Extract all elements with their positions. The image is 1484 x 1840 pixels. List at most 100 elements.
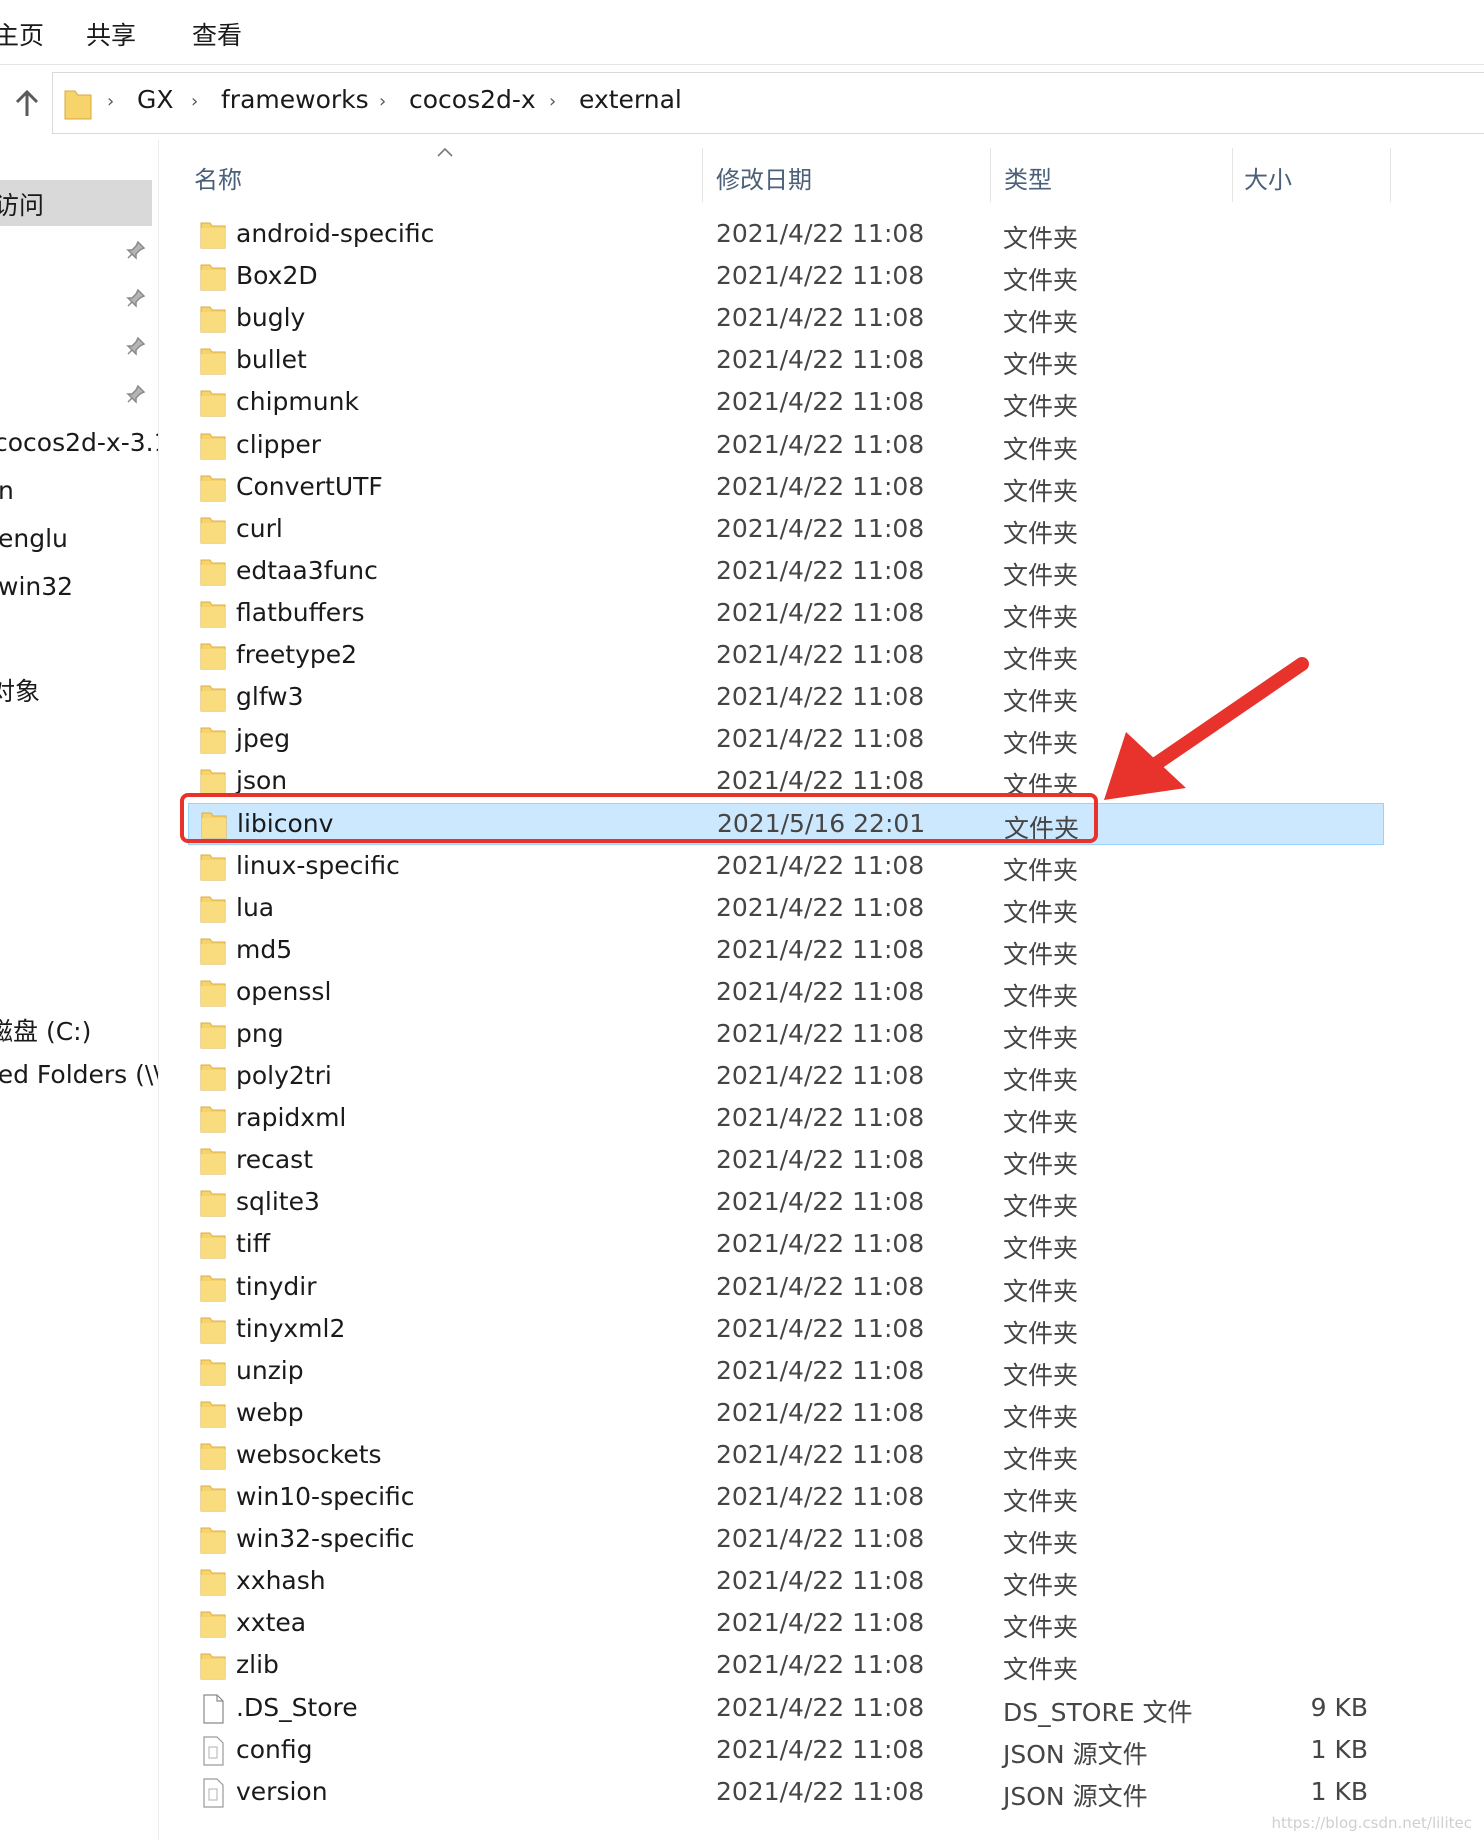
file-type: 文件夹 (1003, 1360, 1079, 1390)
file-row[interactable]: lua 2021/4/22 11:08 文件夹 (188, 888, 1384, 930)
file-row[interactable]: xxtea 2021/4/22 11:08 文件夹 (188, 1603, 1384, 1645)
pin-icon[interactable] (124, 288, 146, 310)
file-row[interactable]: config 2021/4/22 11:08 JSON 源文件 1 KB (188, 1730, 1384, 1772)
nav-item-win32[interactable]: win32 (0, 572, 73, 601)
file-row[interactable]: win10-specific 2021/4/22 11:08 文件夹 (188, 1477, 1384, 1519)
chevron-right-icon[interactable]: › (379, 91, 386, 112)
chevron-right-icon[interactable]: › (549, 91, 556, 112)
file-row[interactable]: webp 2021/4/22 11:08 文件夹 (188, 1393, 1384, 1435)
file-size: 1 KB (1310, 1776, 1368, 1806)
nav-item-objects[interactable]: 对象 (0, 672, 40, 708)
file-type: 文件夹 (1003, 560, 1079, 590)
folder-icon (200, 894, 226, 924)
file-row[interactable]: websockets 2021/4/22 11:08 文件夹 (188, 1435, 1384, 1477)
file-row[interactable]: rapidxml 2021/4/22 11:08 文件夹 (188, 1098, 1384, 1140)
file-row[interactable]: .DS_Store 2021/4/22 11:08 DS_STORE 文件 9 KB (188, 1688, 1384, 1730)
file-row[interactable]: Box2D 2021/4/22 11:08 文件夹 (188, 256, 1384, 298)
pin-icon[interactable] (124, 336, 146, 358)
file-row[interactable]: xxhash 2021/4/22 11:08 文件夹 (188, 1561, 1384, 1603)
folder-icon (200, 1188, 226, 1218)
file-date: 2021/4/22 11:08 (716, 1397, 925, 1427)
folder-icon (200, 515, 226, 545)
file-row[interactable]: bullet 2021/4/22 11:08 文件夹 (188, 340, 1384, 382)
file-row[interactable]: md5 2021/4/22 11:08 文件夹 (188, 930, 1384, 972)
file-row[interactable]: android-specific 2021/4/22 11:08 文件夹 (188, 214, 1384, 256)
file-name: unzip (236, 1355, 304, 1385)
file-row[interactable]: clipper 2021/4/22 11:08 文件夹 (188, 425, 1384, 467)
file-name: edtaa3func (236, 555, 378, 585)
file-name: poly2tri (236, 1061, 332, 1090)
tab-view[interactable]: 查看 (192, 16, 242, 52)
pin-icon[interactable] (124, 384, 146, 406)
breadcrumb-external[interactable]: external (579, 85, 682, 114)
file-row[interactable]: poly2tri 2021/4/22 11:08 文件夹 (188, 1056, 1384, 1098)
column-divider[interactable] (1232, 148, 1233, 202)
file-size: 9 KB (1310, 1692, 1368, 1722)
up-arrow-icon[interactable] (10, 86, 44, 120)
chevron-right-icon[interactable]: › (191, 91, 198, 112)
file-row[interactable]: win32-specific 2021/4/22 11:08 文件夹 (188, 1519, 1384, 1561)
nav-item-i[interactable]: i (0, 624, 1, 653)
file-name: json (236, 766, 288, 796)
file-row[interactable]: recast 2021/4/22 11:08 文件夹 (188, 1140, 1384, 1182)
file-date: 2021/4/22 11:08 (716, 1061, 925, 1090)
nav-item-local-disk-c[interactable]: 磁盘 (C:) (0, 1012, 91, 1048)
nav-item-shared-folders[interactable]: red Folders (\\ (0, 1060, 158, 1089)
breadcrumb-frameworks[interactable]: frameworks (221, 85, 369, 114)
nav-item-quick-access[interactable]: 访问 (0, 186, 44, 222)
file-date: 2021/4/22 11:08 (716, 1524, 925, 1554)
breadcrumb-cocos2d-x[interactable]: cocos2d-x (409, 85, 536, 114)
file-date: 2021/4/22 11:08 (716, 1439, 925, 1469)
folder-icon (200, 431, 226, 461)
file-type: 文件夹 (1003, 1066, 1079, 1095)
column-header-date[interactable]: 修改日期 (716, 160, 812, 195)
file-type: 文件夹 (1003, 729, 1079, 759)
breadcrumb-gx[interactable]: GX (137, 85, 174, 114)
pin-icon[interactable] (124, 240, 146, 262)
file-date: 2021/4/22 11:08 (716, 303, 925, 333)
chevron-right-icon[interactable]: › (107, 91, 114, 112)
file-row[interactable]: tiff 2021/4/22 11:08 文件夹 (188, 1224, 1384, 1266)
folder-icon (200, 304, 226, 334)
folder-icon (200, 936, 226, 966)
file-row[interactable]: chipmunk 2021/4/22 11:08 文件夹 (188, 382, 1384, 424)
file-type: 文件夹 (1003, 1613, 1079, 1643)
column-header-name[interactable]: 名称 (194, 160, 242, 195)
nav-item-englu[interactable]: englu (0, 524, 68, 553)
column-header-type[interactable]: 类型 (1004, 160, 1052, 195)
folder-icon (200, 1525, 226, 1555)
file-row[interactable]: png 2021/4/22 11:08 文件夹 (188, 1014, 1384, 1056)
column-header-size[interactable]: 大小 (1244, 160, 1292, 195)
file-row[interactable]: tinyxml2 2021/4/22 11:08 文件夹 (188, 1309, 1384, 1351)
file-name: zlib (236, 1650, 279, 1680)
file-row[interactable]: edtaa3func 2021/4/22 11:08 文件夹 (188, 551, 1384, 593)
file-row[interactable]: openssl 2021/4/22 11:08 文件夹 (188, 972, 1384, 1014)
file-row[interactable]: bugly 2021/4/22 11:08 文件夹 (188, 298, 1384, 340)
column-divider[interactable] (1390, 148, 1391, 202)
tab-home[interactable]: 主页 (0, 16, 44, 52)
file-row[interactable]: tinydir 2021/4/22 11:08 文件夹 (188, 1267, 1384, 1309)
tab-share[interactable]: 共享 (86, 16, 136, 52)
nav-item-n[interactable]: n (0, 476, 14, 505)
folder-icon (200, 1062, 226, 1092)
file-row[interactable]: ConvertUTF 2021/4/22 11:08 文件夹 (188, 467, 1384, 509)
folder-icon (200, 1483, 226, 1513)
file-date: 2021/4/22 11:08 (716, 429, 925, 459)
file-row[interactable]: curl 2021/4/22 11:08 文件夹 (188, 509, 1384, 551)
watermark: https://blog.csdn.net/lilitec (1271, 1814, 1472, 1832)
file-size: 1 KB (1310, 1734, 1368, 1764)
file-date: 2021/4/22 11:08 (716, 1313, 925, 1343)
file-row[interactable]: flatbuffers 2021/4/22 11:08 文件夹 (188, 593, 1384, 635)
nav-item-cocos2d[interactable]: cocos2d-x-3.16 (0, 428, 158, 457)
address-bar[interactable]: › GX › frameworks › cocos2d-x › external (52, 72, 1484, 134)
file-row[interactable]: sqlite3 2021/4/22 11:08 文件夹 (188, 1182, 1384, 1224)
column-divider[interactable] (702, 148, 703, 202)
folder-icon (200, 1399, 226, 1429)
file-name: websockets (236, 1439, 382, 1469)
file-row[interactable]: linux-specific 2021/4/22 11:08 文件夹 (188, 846, 1384, 888)
file-row[interactable]: version 2021/4/22 11:08 JSON 源文件 1 KB (188, 1772, 1384, 1814)
column-divider[interactable] (990, 148, 991, 202)
file-row[interactable]: unzip 2021/4/22 11:08 文件夹 (188, 1351, 1384, 1393)
file-row[interactable]: zlib 2021/4/22 11:08 文件夹 (188, 1645, 1384, 1687)
file-name: ConvertUTF (236, 471, 383, 501)
